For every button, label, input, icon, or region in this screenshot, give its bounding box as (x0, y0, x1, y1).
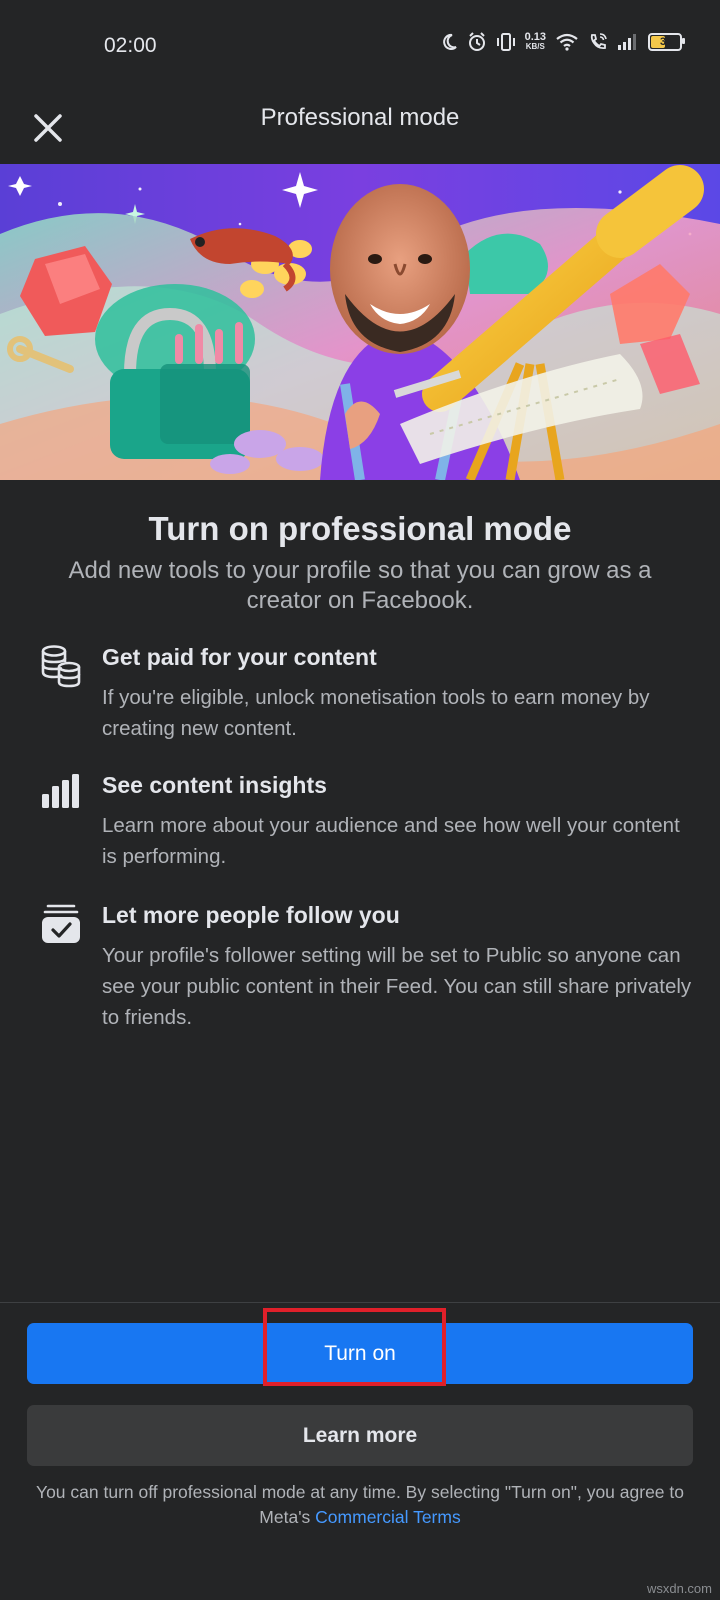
learn-more-button[interactable]: Learn more (27, 1405, 693, 1466)
legal-notice: You can turn off professional mode at an… (20, 1480, 700, 1530)
header: Professional mode (0, 92, 720, 164)
status-bar: 02:00 0.13 KB/S 31 (0, 0, 720, 92)
main-subtitle: Add new tools to your profile so that yo… (68, 557, 652, 614)
vibrate-icon (496, 33, 515, 51)
feature-title: Get paid for your content (102, 644, 377, 670)
feature-description: If you're eligible, unlock monetisation … (102, 686, 650, 740)
alarm-icon (468, 32, 485, 51)
coins-stack-icon (40, 644, 82, 688)
signal-icon (618, 34, 636, 50)
net-speed-value: 0.13 (524, 31, 546, 43)
status-icons: 0.13 KB/S 31 (442, 32, 685, 52)
feature-title: Let more people follow you (102, 902, 400, 928)
battery-icon: 31 (648, 33, 685, 51)
footer-divider (0, 1302, 720, 1303)
turn-on-button[interactable]: Turn on (27, 1323, 693, 1384)
page-title: Professional mode (260, 104, 460, 131)
feature-description: Learn more about your audience and see h… (102, 814, 680, 868)
wifi-calling-icon (590, 33, 607, 50)
commercial-terms-link[interactable]: Commercial Terms (315, 1507, 461, 1527)
wifi-icon (556, 33, 578, 51)
battery-level: 31 (660, 36, 673, 48)
bar-chart-icon (40, 772, 82, 816)
main-title: Turn on professional mode (148, 510, 572, 547)
status-time: 02:00 (104, 34, 157, 57)
moon-icon (442, 33, 457, 50)
watermark: wsxdn.com (646, 1581, 712, 1596)
net-speed-unit: KB/S (525, 42, 545, 51)
main-content: Turn on professional mode Add new tools … (0, 500, 720, 616)
net-speed: 0.13 KB/S (525, 32, 546, 52)
hero-illustration (0, 164, 720, 480)
feature-description: Your profile's follower setting will be … (102, 944, 692, 1029)
follow-check-icon (40, 902, 82, 946)
feature-title: See content insights (102, 772, 327, 798)
